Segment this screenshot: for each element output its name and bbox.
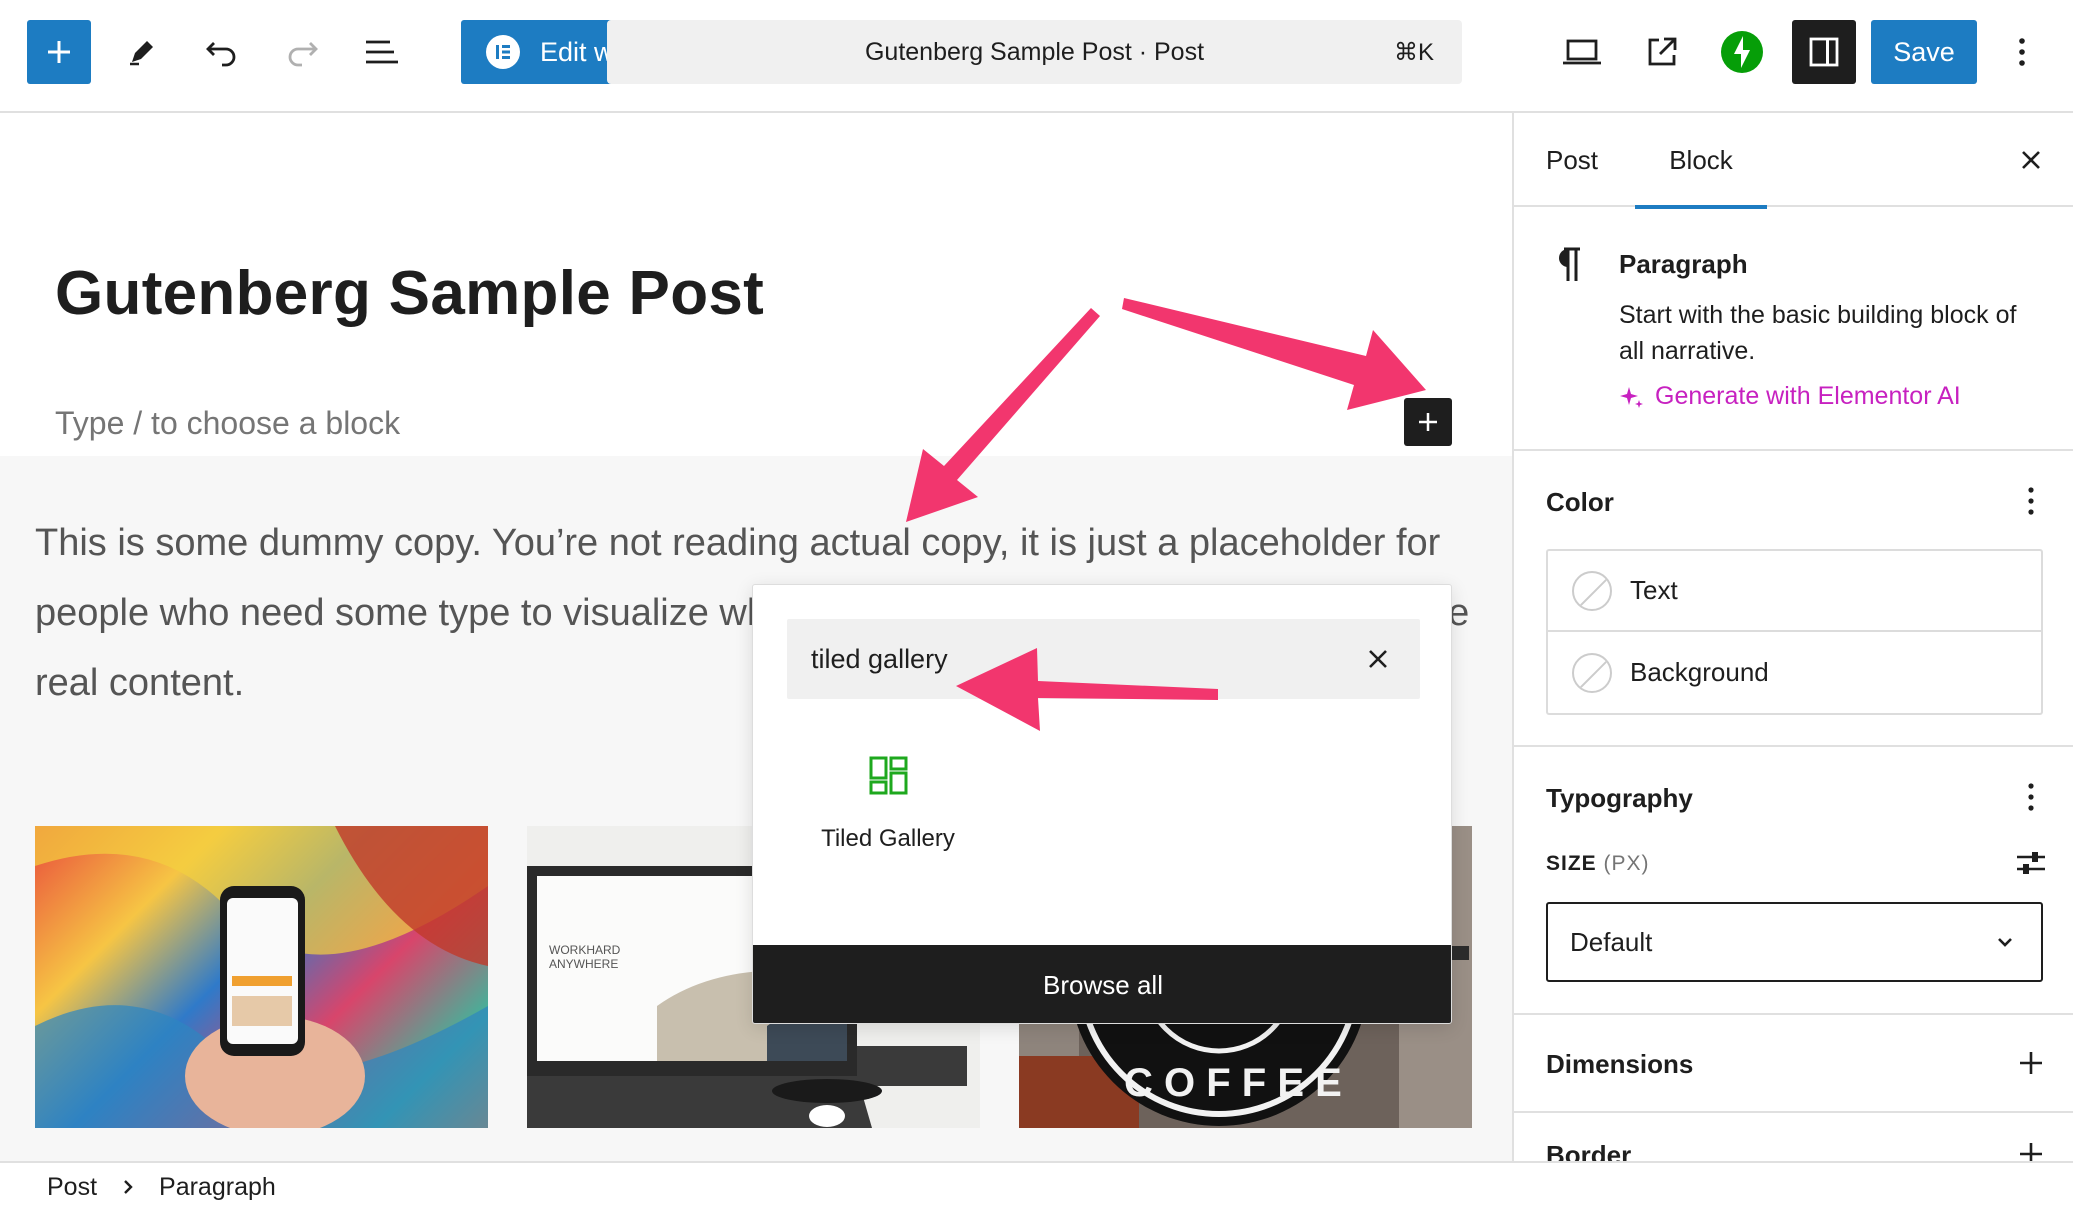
view-post-button[interactable] — [1630, 20, 1694, 84]
save-button[interactable]: Save — [1871, 20, 1977, 84]
svg-text:C O F F E E: C O F F E E — [1124, 1061, 1342, 1105]
font-size-unit: (PX) — [1603, 852, 1650, 875]
jetpack-bolt-icon — [1721, 31, 1763, 73]
typography-panel-title: Typography — [1546, 783, 1693, 813]
sliders-icon — [2017, 852, 2045, 874]
gallery-image-colorful-wall[interactable] — [35, 826, 488, 1128]
editor-canvas: Gutenberg Sample Post Type / to choose a… — [0, 113, 1512, 1161]
border-panel-title: Border — [1546, 1140, 1632, 1161]
color-background-label: Background — [1630, 657, 1769, 687]
options-menu-button[interactable] — [1990, 20, 2054, 84]
paragraph-icon — [1559, 247, 1580, 281]
close-sidebar-button[interactable] — [2007, 136, 2055, 184]
colorful-wall-phone-photo — [35, 826, 488, 1128]
elementor-logo-icon — [486, 35, 520, 69]
chevron-right-icon — [121, 1177, 135, 1197]
block-description: Start with the basic building block of a… — [1619, 301, 2017, 365]
close-icon — [1369, 650, 1387, 668]
settings-sidebar: Post Block Paragraph Start with the basi… — [1512, 113, 2073, 1161]
settings-sidebar-toggle-button[interactable] — [1792, 20, 1856, 84]
block-breadcrumb: Post Paragraph — [0, 1161, 2073, 1211]
plus-icon — [1419, 413, 1437, 431]
color-options-button[interactable] — [2011, 477, 2051, 525]
undo-button[interactable] — [190, 20, 254, 84]
block-card: Paragraph Start with the basic building … — [1514, 207, 2073, 451]
redo-button[interactable] — [270, 20, 334, 84]
plus-icon — [48, 41, 70, 63]
color-text-label: Text — [1630, 575, 1678, 605]
clear-search-button[interactable] — [1354, 635, 1402, 683]
tab-block[interactable]: Block — [1635, 113, 1767, 209]
color-background-option[interactable]: Background — [1548, 632, 2041, 713]
list-view-icon — [366, 40, 398, 64]
block-name: Paragraph — [1619, 249, 1748, 279]
list-view-button[interactable] — [350, 20, 414, 84]
close-icon — [2022, 151, 2040, 169]
color-text-option[interactable]: Text — [1548, 551, 2041, 632]
command-palette-bar[interactable]: Gutenberg Sample Post · Post ⌘K — [607, 20, 1462, 84]
kebab-menu-icon — [2028, 487, 2034, 515]
border-add-button[interactable] — [2011, 1134, 2051, 1161]
block-inserter-popover: tiled gallery Tiled Gallery Browse all — [752, 584, 1452, 1024]
add-block-button[interactable] — [1404, 398, 1452, 446]
plus-icon — [2020, 1052, 2042, 1074]
empty-block-placeholder[interactable]: Type / to choose a block — [55, 405, 400, 442]
font-size-value: Default — [1570, 926, 1653, 957]
svg-text:ANYWHERE: ANYWHERE — [549, 957, 618, 971]
plus-icon — [2020, 1143, 2042, 1161]
breadcrumb-item-paragraph[interactable]: Paragraph — [159, 1173, 276, 1202]
sidebar-toggle-icon — [1809, 37, 1839, 67]
typography-options-button[interactable] — [2011, 773, 2051, 821]
dimensions-add-button[interactable] — [2011, 1043, 2051, 1083]
typography-panel: Typography SIZE (PX) Default — [1514, 747, 2073, 1015]
dimensions-panel-title: Dimensions — [1546, 1049, 1694, 1079]
block-inserter-toggle-button[interactable] — [27, 20, 91, 84]
custom-size-toggle-button[interactable] — [2011, 843, 2051, 883]
undo-icon — [206, 42, 236, 67]
empty-swatch-icon — [1572, 570, 1612, 611]
color-panel-title: Color — [1546, 487, 1614, 517]
dimensions-panel[interactable]: Dimensions — [1514, 1015, 2073, 1113]
svg-text:WORKHARD: WORKHARD — [549, 943, 621, 957]
command-shortcut: ⌘K — [1393, 38, 1434, 66]
generate-with-elementor-ai-link[interactable]: Generate with Elementor AI — [1619, 382, 1961, 411]
document-title: Gutenberg Sample Post · Post — [864, 37, 1205, 66]
block-result-label: Tiled Gallery — [821, 825, 955, 852]
jetpack-button[interactable] — [1710, 20, 1774, 84]
color-settings-list: Text Background — [1546, 549, 2043, 715]
border-panel[interactable]: Border — [1514, 1113, 2073, 1161]
browse-all-button[interactable]: Browse all — [753, 945, 1451, 1023]
block-search-input[interactable]: tiled gallery — [787, 619, 1420, 699]
block-result-tiled-gallery[interactable]: Tiled Gallery — [803, 755, 973, 885]
kebab-menu-icon — [2028, 783, 2034, 811]
editor-top-toolbar: Edit with Elementor Gutenberg Sample Pos… — [0, 0, 2073, 113]
breadcrumb-item-post[interactable]: Post — [47, 1173, 97, 1202]
tools-button[interactable] — [110, 20, 174, 84]
pencil-icon — [130, 41, 153, 66]
font-size-label: SIZE (PX) — [1546, 852, 1650, 876]
post-title[interactable]: Gutenberg Sample Post — [55, 258, 764, 329]
block-search-value: tiled gallery — [811, 643, 948, 674]
tab-post[interactable]: Post — [1546, 113, 1598, 207]
laptop-icon — [1563, 39, 1601, 65]
font-size-label-text: SIZE — [1546, 852, 1597, 875]
kebab-menu-icon — [2019, 38, 2025, 66]
sparkle-icon — [1620, 386, 1643, 408]
preview-device-button[interactable] — [1550, 20, 1614, 84]
color-panel: Color Text Background — [1514, 451, 2073, 747]
tiled-gallery-icon — [869, 756, 908, 795]
redo-icon — [288, 42, 318, 67]
font-size-select[interactable]: Default — [1546, 902, 2043, 982]
external-link-icon — [1648, 37, 1677, 66]
empty-swatch-icon — [1572, 652, 1612, 693]
sidebar-tabs: Post Block — [1514, 113, 2073, 209]
chevron-down-icon — [1998, 938, 2012, 947]
generate-ai-label: Generate with Elementor AI — [1655, 382, 1961, 410]
